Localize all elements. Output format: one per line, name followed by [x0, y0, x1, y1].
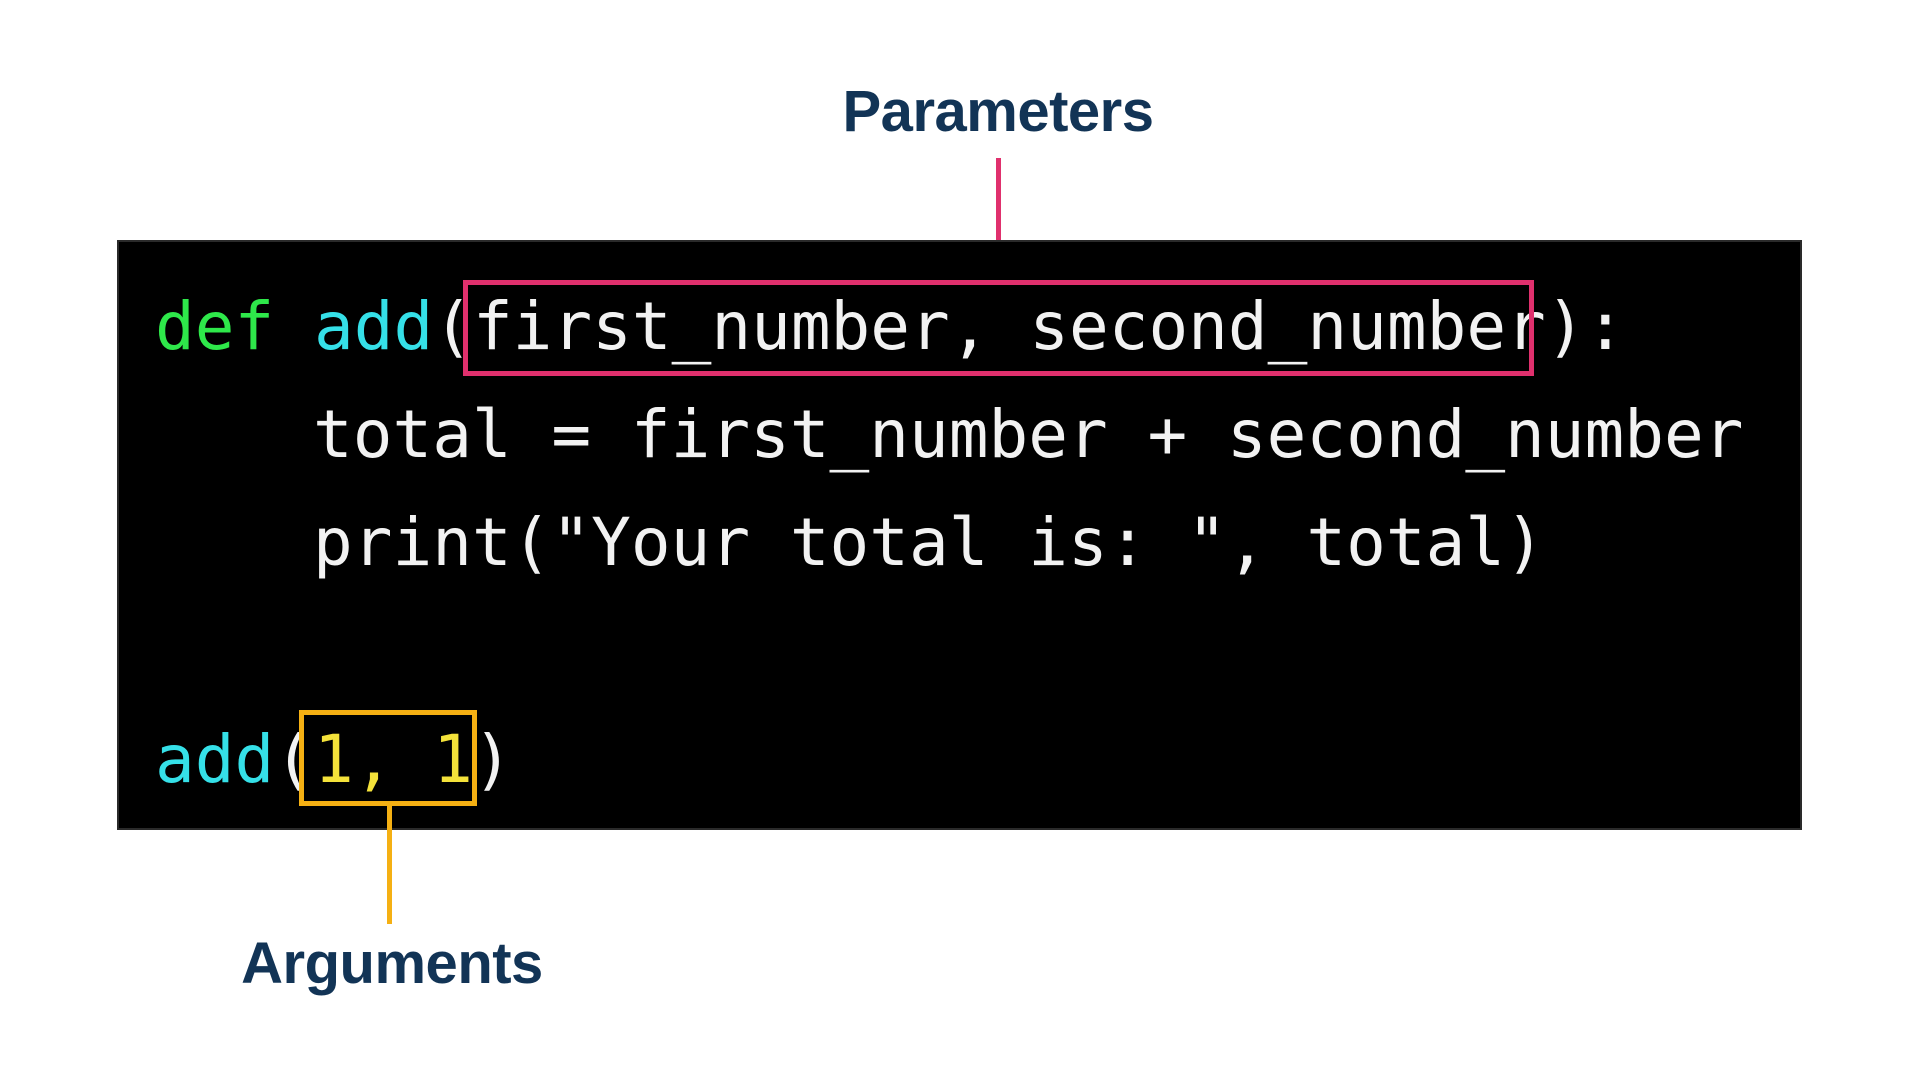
arguments-connector-line — [387, 802, 392, 924]
code-line-total: total = first_number + second_number — [313, 396, 1744, 473]
code-panel: def add(first_number, second_number): to… — [117, 240, 1802, 830]
call-function-name: add — [155, 721, 275, 798]
function-name: add — [313, 288, 434, 365]
def-keyword: def — [155, 288, 275, 365]
parameters-label: Parameters — [842, 79, 1155, 144]
diagram-canvas: Parameters def add(first_number, second_… — [0, 0, 1920, 1080]
parameters-highlight-box — [463, 280, 1534, 376]
arguments-highlight-box — [299, 710, 477, 806]
close-paren-colon: ): — [1545, 288, 1626, 365]
arguments-label: Arguments — [241, 931, 543, 996]
call-close-paren: ) — [472, 721, 513, 798]
code-line-print: print("Your total is: ", total) — [313, 504, 1545, 581]
